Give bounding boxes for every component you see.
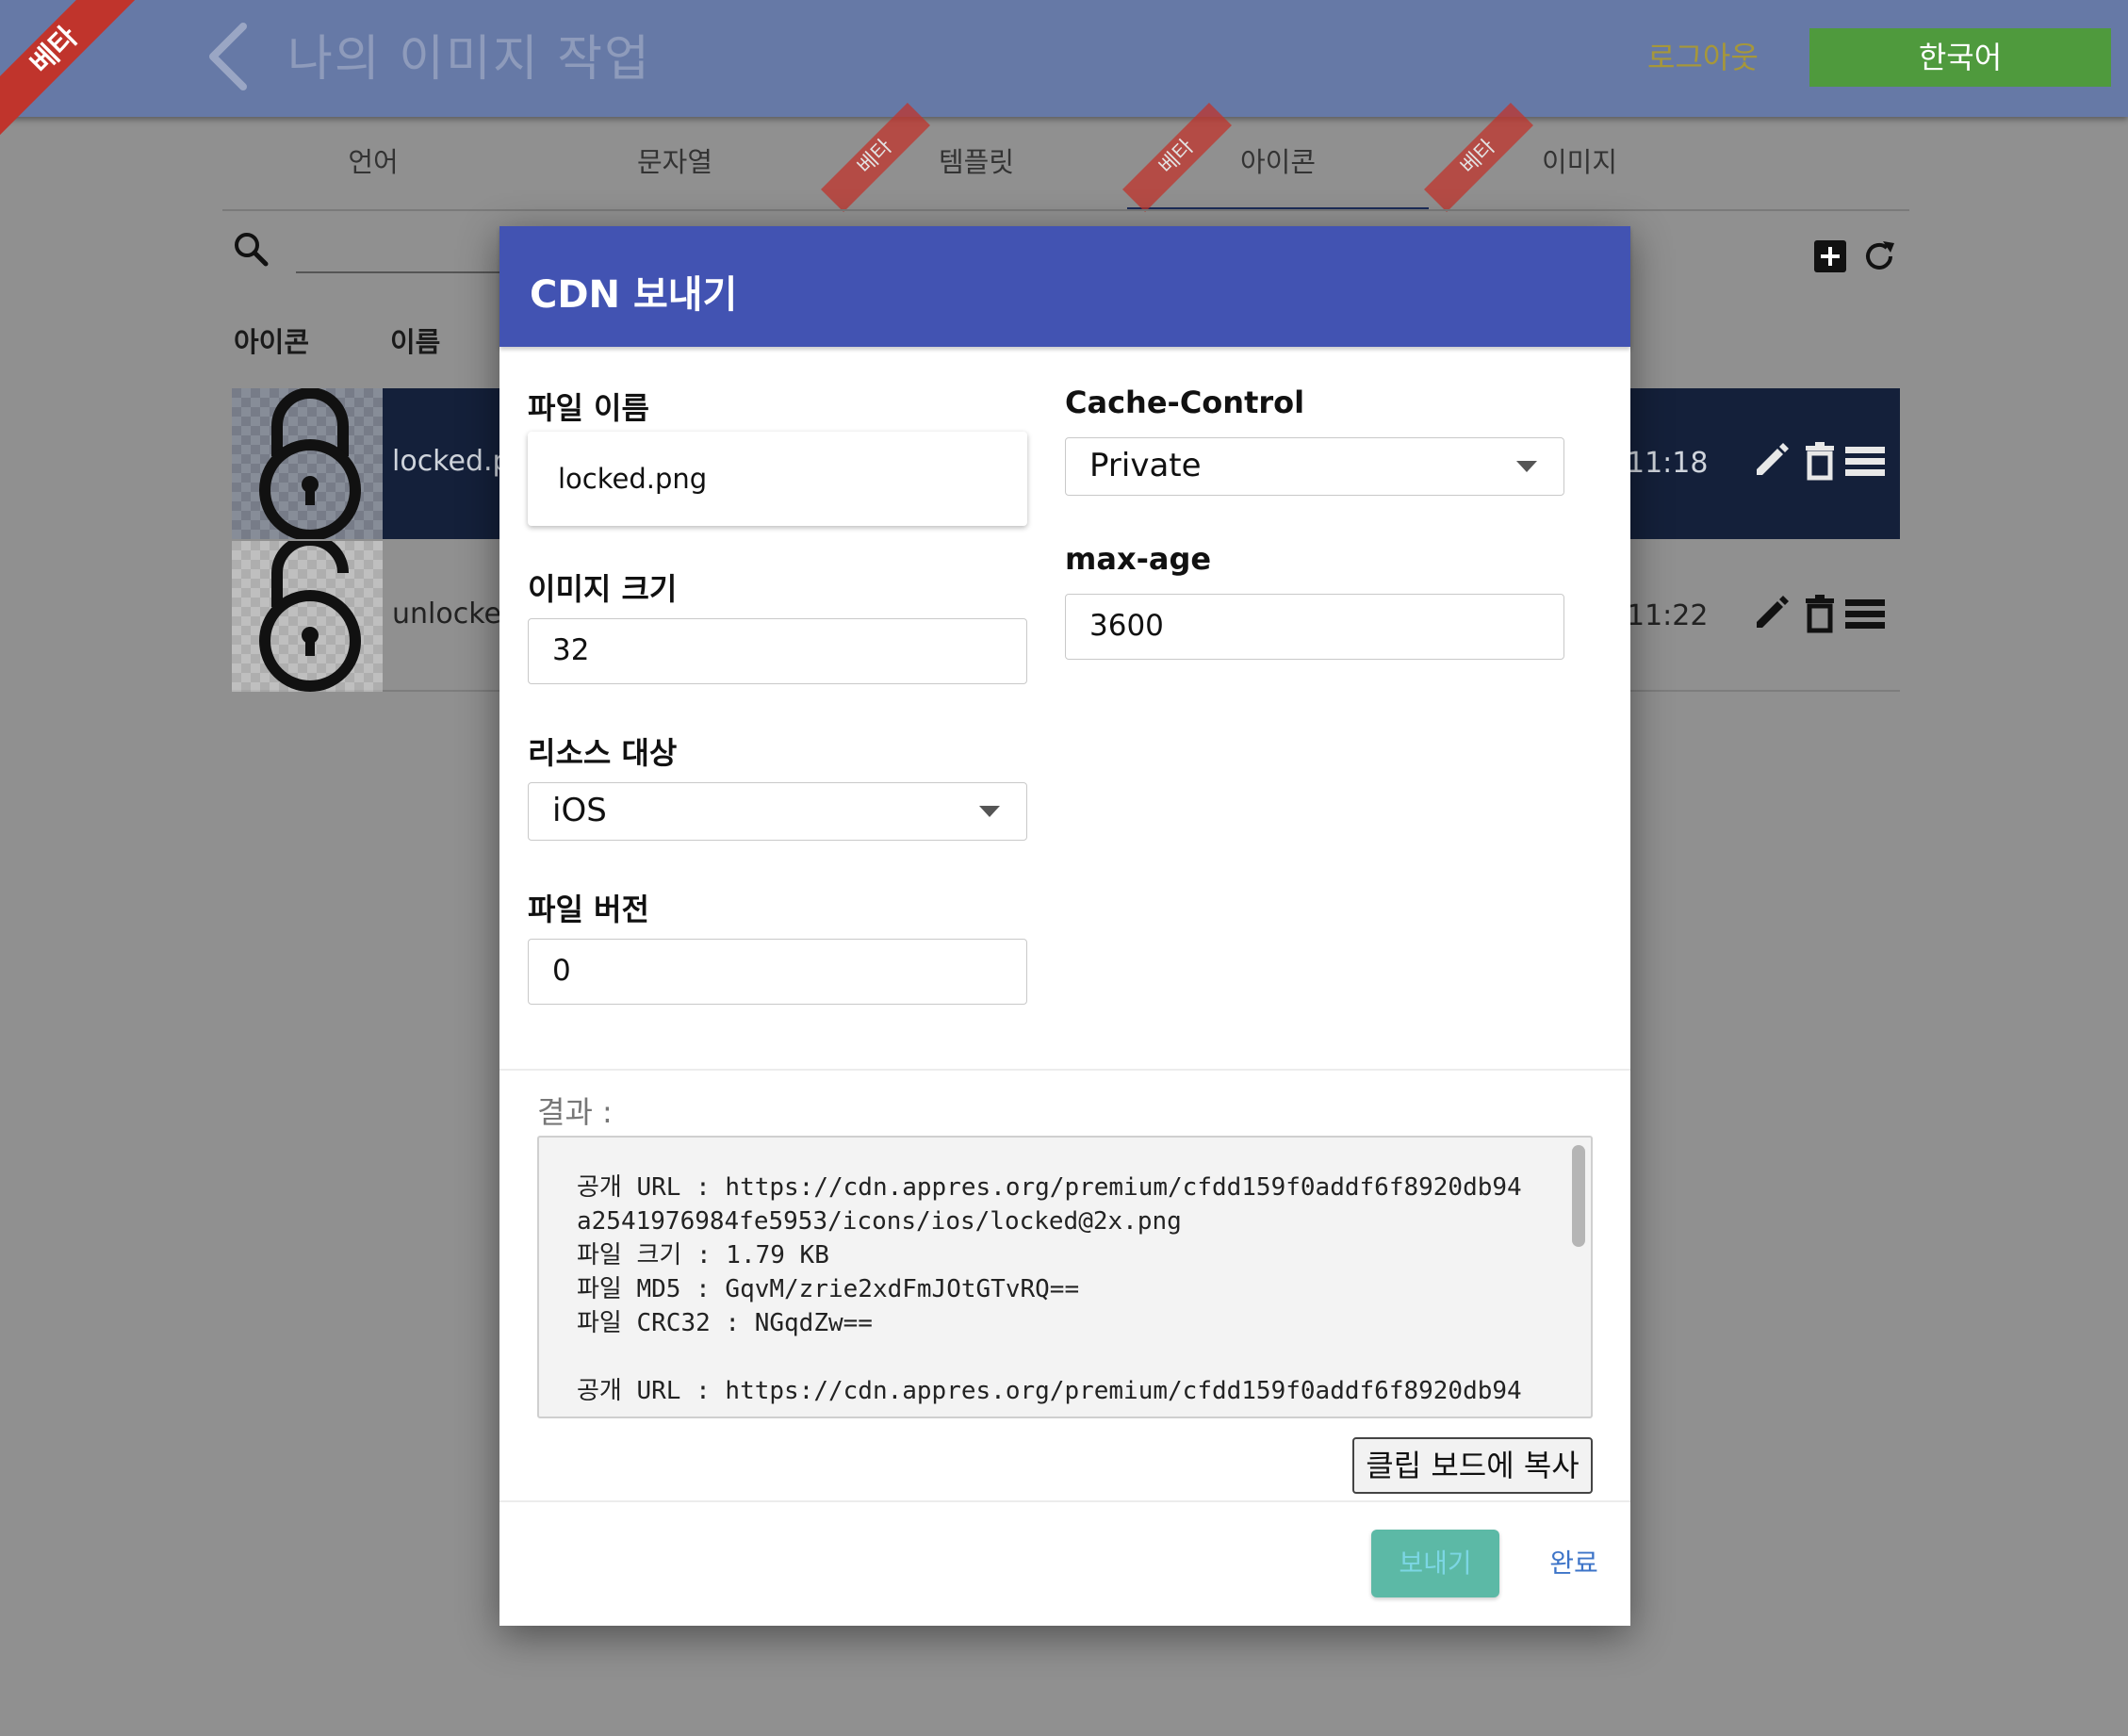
tab-label: 이미지 — [1541, 146, 1618, 178]
tab-bar: 언어 문자열 베타 템플릿 베타 아이콘 베타 이미지 — [222, 103, 1909, 212]
done-button[interactable]: 완료 — [1536, 1530, 1612, 1597]
resource-target-select[interactable]: iOS — [528, 782, 1027, 841]
cache-control-value: Private — [1089, 447, 1202, 484]
tab-label: 아이콘 — [1239, 146, 1317, 178]
tab-strings[interactable]: 문자열 — [524, 124, 826, 211]
dialog-header: CDN 보내기 — [499, 226, 1630, 347]
delete-icon[interactable] — [1800, 594, 1840, 633]
logout-link[interactable]: 로그아웃 — [1647, 34, 1759, 77]
tab-label: 문자열 — [636, 146, 713, 178]
result-label: 결과 : — [537, 1094, 613, 1130]
edit-icon[interactable] — [1751, 594, 1791, 633]
copy-to-clipboard-button[interactable]: 클립 보드에 복사 — [1352, 1437, 1593, 1494]
file-name-field[interactable]: locked.png — [528, 432, 1027, 526]
language-button[interactable]: 한국어 — [1809, 28, 2111, 87]
back-arrow-icon[interactable] — [200, 19, 256, 94]
result-text: 공개 URL : https://cdn.appres.org/premium/… — [577, 1173, 1522, 1405]
tab-images[interactable]: 베타 이미지 — [1424, 103, 1730, 212]
search-input[interactable] — [296, 271, 532, 273]
tab-label: 템플릿 — [938, 146, 1015, 178]
file-version-field[interactable]: 0 — [528, 939, 1027, 1005]
refresh-icon[interactable] — [1860, 237, 1898, 275]
max-age-label: max-age — [1065, 541, 1212, 577]
tab-language[interactable]: 언어 — [222, 124, 524, 211]
dialog-divider — [499, 1069, 1630, 1071]
edit-icon[interactable] — [1751, 441, 1791, 481]
column-header-name: 이름 — [390, 326, 441, 358]
beta-badge: 베타 — [0, 0, 141, 139]
list-detail-icon[interactable] — [1845, 441, 1885, 481]
add-icon[interactable] — [1813, 239, 1847, 273]
page-title: 나의 이미지 작업 — [287, 31, 651, 88]
dropdown-arrow-icon — [979, 806, 1000, 817]
dropdown-arrow-icon — [1516, 461, 1537, 472]
cdn-export-dialog: CDN 보내기 파일 이름 locked.png 이미지 크기 32 리소스 대… — [499, 226, 1630, 1626]
scrollbar-thumb[interactable] — [1572, 1145, 1585, 1247]
tab-icons[interactable]: 베타 아이콘 — [1122, 103, 1429, 212]
dialog-divider — [499, 1500, 1630, 1502]
resource-target-value: iOS — [552, 792, 607, 829]
result-textarea[interactable]: 공개 URL : https://cdn.appres.org/premium/… — [537, 1136, 1593, 1418]
beta-ribbon: 베타 — [1122, 103, 1232, 212]
tab-label: 언어 — [348, 146, 399, 178]
list-detail-icon[interactable] — [1845, 594, 1885, 633]
send-button[interactable]: 보내기 — [1371, 1530, 1499, 1597]
cache-control-select[interactable]: Private — [1065, 437, 1564, 496]
beta-ribbon: 베타 — [821, 103, 930, 212]
row-file-name: locked.p — [392, 445, 511, 478]
row-time: 11:22 — [1627, 599, 1709, 632]
tabs-divider — [222, 209, 1909, 211]
row-time: 11:18 — [1627, 447, 1709, 480]
delete-icon[interactable] — [1800, 441, 1840, 481]
cache-control-label: Cache-Control — [1065, 385, 1305, 420]
file-version-label: 파일 버전 — [528, 892, 649, 927]
lock-open-icon — [259, 541, 361, 692]
dialog-title: CDN 보내기 — [530, 273, 738, 317]
tab-templates[interactable]: 베타 템플릿 — [821, 103, 1127, 212]
beta-ribbon: 베타 — [1424, 103, 1533, 212]
image-size-field[interactable]: 32 — [528, 618, 1027, 684]
beta-corner-ribbon: 베타 — [0, 0, 141, 141]
file-name-label: 파일 이름 — [528, 390, 649, 426]
app-header: 베타 나의 이미지 작업 로그아웃 한국어 — [0, 0, 2128, 139]
search-icon[interactable] — [232, 230, 270, 268]
lock-closed-icon — [259, 388, 361, 539]
image-size-label: 이미지 크기 — [528, 571, 678, 607]
max-age-field[interactable]: 3600 — [1065, 594, 1564, 660]
column-header-icon: 아이콘 — [234, 326, 310, 358]
resource-target-label: 리소스 대상 — [528, 735, 678, 771]
